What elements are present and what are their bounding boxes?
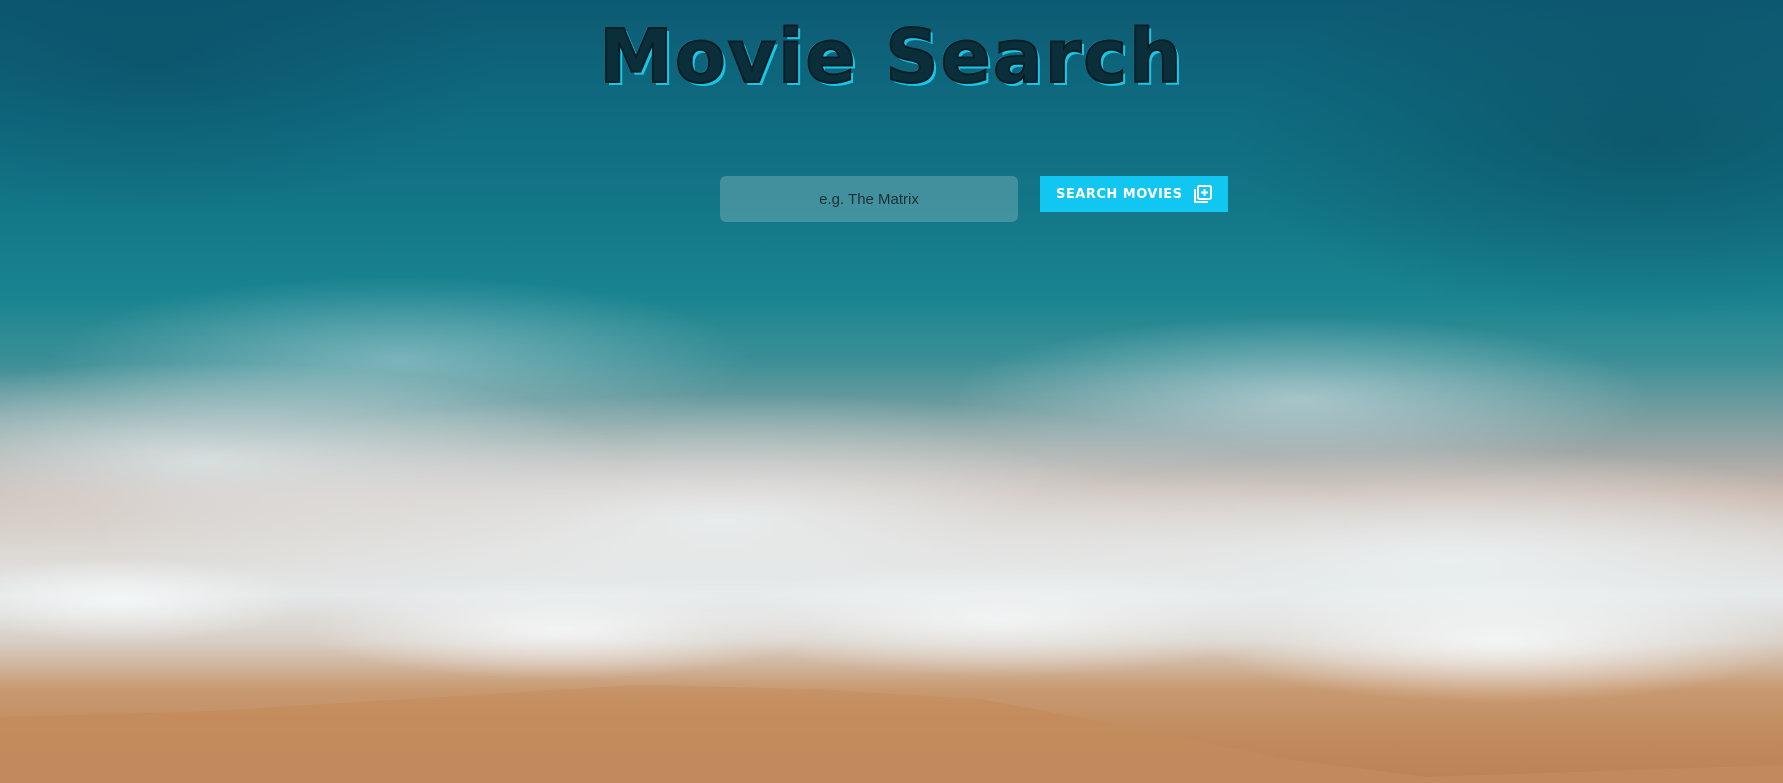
wave-foam xyxy=(0,560,1783,710)
page-title: Movie Search xyxy=(598,13,1184,101)
add-to-queue-icon xyxy=(1194,185,1212,203)
search-movies-button[interactable]: SEARCH MOVIES xyxy=(1040,176,1228,212)
page: Movie Search SEARCH MOVIES xyxy=(0,0,1783,783)
search-input[interactable] xyxy=(720,176,1018,222)
search-movies-button-label: SEARCH MOVIES xyxy=(1056,186,1183,202)
search-row: SEARCH MOVIES xyxy=(720,176,1230,222)
